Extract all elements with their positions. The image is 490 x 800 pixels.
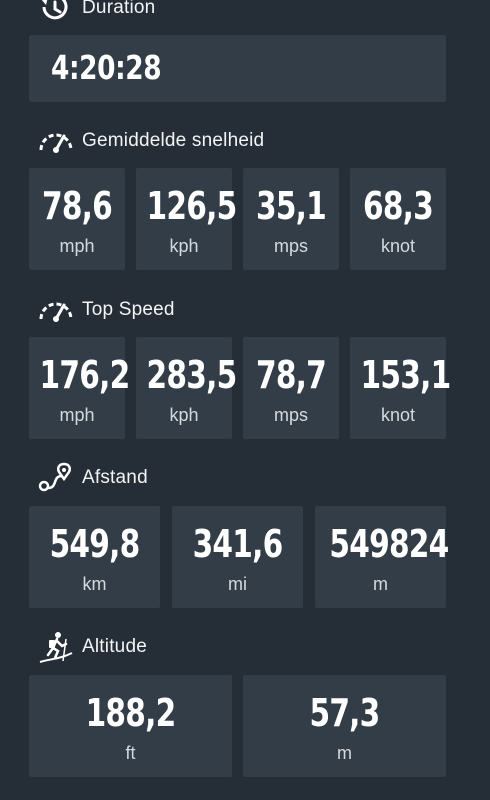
average-speed-mph-value: 78,6 [41,184,113,228]
average-speed-knot-value: 68,3 [362,184,434,228]
top-speed-header: Top Speed [38,294,175,326]
average-speed-title: Gemiddelde snelheid [82,130,265,151]
top-speed-knot-unit: knot [380,405,416,425]
speedometer-icon [38,295,74,325]
distance-km-unit: km [82,574,107,594]
average-speed-kph-value: 126,5 [146,184,238,228]
altitude-m-tile: 57,3 m [243,675,446,777]
distance-m-unit: m [373,574,388,594]
average-speed-mph-unit: mph [59,236,95,256]
altitude-ft-value: 188,2 [85,691,177,735]
distance-km-tile: 549,8 km [29,506,160,608]
average-speed-knot-tile: 68,3 knot [350,168,446,270]
average-speed-mps-value: 35,1 [255,184,327,228]
average-speed-mps-unit: mps [273,236,308,256]
top-speed-kph-tile: 283,5 kph [136,337,238,439]
distance-m-value: 549824 [329,522,449,566]
distance-mi-tile: 341,6 mi [172,506,303,608]
distance-title: Afstand [82,467,148,488]
top-speed-mps-tile: 78,7 mps [243,337,339,439]
distance-mi-value: 341,6 [192,522,284,566]
duration-value: 4:20:28 [51,48,162,87]
speedometer-icon [38,126,74,156]
top-speed-mph-value: 176,2 [39,353,131,397]
average-speed-kph-tile: 126,5 kph [136,168,238,270]
top-speed-mps-value: 78,7 [255,353,327,397]
distance-mi-unit: mi [228,574,247,594]
duration-header: Duration [38,0,155,24]
average-speed-mps-tile: 35,1 mps [243,168,339,270]
duration-title: Duration [82,0,156,18]
altitude-m-unit: m [337,743,352,763]
top-speed-mph-unit: mph [59,405,95,425]
distance-m-tile: 549824 m [315,506,449,608]
distance-header: Afstand [38,462,148,494]
route-icon [38,462,74,493]
top-speed-kph-unit: kph [169,405,199,425]
average-speed-knot-unit: knot [380,236,416,256]
top-speed-knot-value: 153,1 [360,353,452,397]
duration-display: 4:20:28 [29,35,446,102]
hiker-icon [38,632,74,663]
distance-km-value: 549,8 [49,522,141,566]
altitude-header: Altitude [38,631,147,663]
top-speed-title: Top Speed [82,299,175,320]
timer-icon [38,0,74,23]
top-speed-knot-tile: 153,1 knot [350,337,452,439]
average-speed-header: Gemiddelde snelheid [38,125,264,157]
top-speed-mps-unit: mps [273,405,308,425]
altitude-m-value: 57,3 [309,691,380,735]
top-speed-kph-value: 283,5 [146,353,238,397]
average-speed-mph-tile: 78,6 mph [29,168,125,270]
altitude-title: Altitude [82,636,147,657]
altitude-ft-tile: 188,2 ft [29,675,232,777]
average-speed-kph-unit: kph [169,236,199,256]
altitude-ft-unit: ft [125,743,136,763]
top-speed-mph-tile: 176,2 mph [29,337,131,439]
